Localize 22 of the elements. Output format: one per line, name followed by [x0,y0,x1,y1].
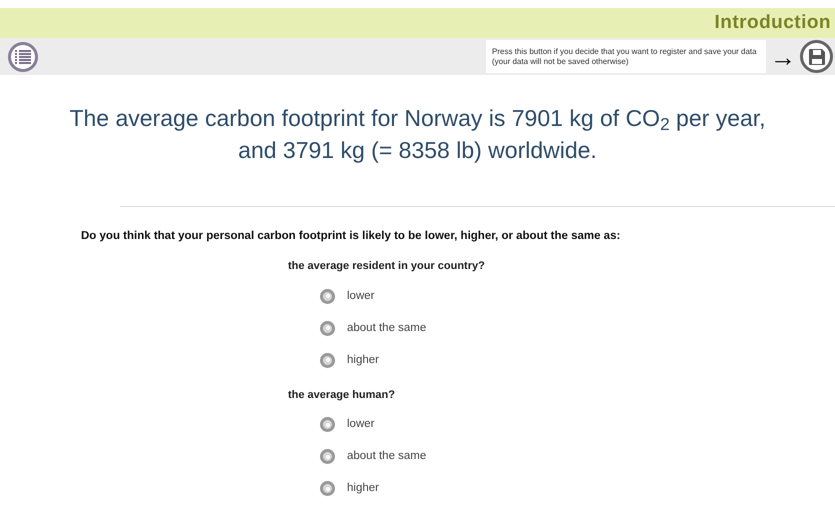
radio-button[interactable] [320,481,335,496]
radio-option[interactable]: about the same [320,447,835,466]
page-title: Introduction [714,10,831,35]
radio-option[interactable]: higher [320,350,835,370]
radio-option[interactable]: about the same [320,318,835,338]
radio-option[interactable]: higher [320,479,835,498]
radio-button[interactable] [320,417,335,432]
save-button[interactable] [800,40,833,73]
radio-option[interactable]: lower [320,286,835,306]
arrow-icon: → [770,44,796,70]
radio-button[interactable] [320,352,335,368]
radio-option[interactable]: lower [320,415,835,434]
radio-button[interactable] [320,320,335,336]
sub-question: the average human? [288,388,396,403]
menu-button[interactable] [8,42,38,72]
question: Do you think that your personal carbon footprint is likely to be lower, higher, or about the same as: [81,229,622,244]
headline: The average carbon footprint for Norway is 7901 kg of CO$_{2}$ per year, and 3791 kg (= 8358 lb) worldwide. [68,104,767,165]
radio-button[interactable] [320,288,335,304]
save-hint: Press this button if you decide that you want to register and save your data (your data will not be saved otherwise) [486,40,766,73]
list-icon [15,50,31,64]
sub-question: the average resident in your country? [288,259,486,274]
radio-button[interactable] [320,449,335,464]
